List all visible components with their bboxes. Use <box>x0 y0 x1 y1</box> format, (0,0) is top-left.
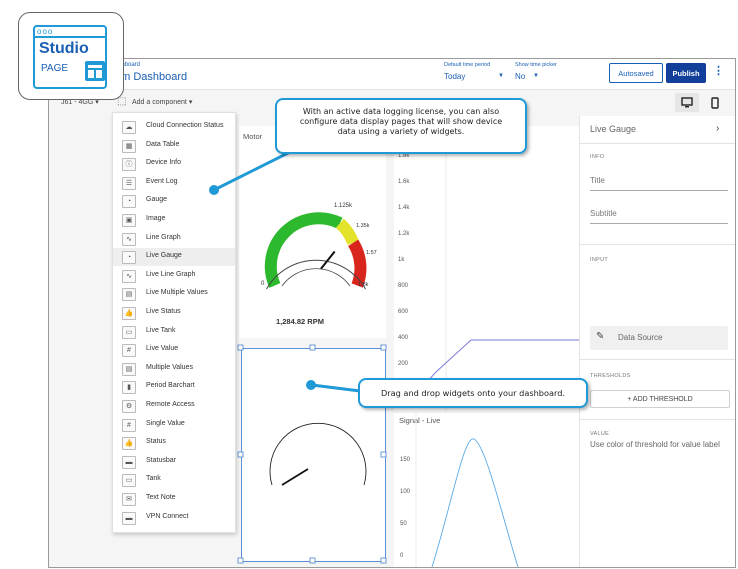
logo-sub: PAGE <box>41 63 69 74</box>
callout-dot-bottom <box>306 380 316 390</box>
studio-window-icon: ooo Studio PAGE <box>33 25 107 89</box>
info-callout-text: With an active data logging license, you… <box>299 107 503 136</box>
callout-dot-top <box>209 185 219 195</box>
window-bar <box>35 36 105 38</box>
drag-drop-callout: Drag and drop widgets onto your dashboar… <box>358 378 588 408</box>
studio-page-logo: ooo Studio PAGE <box>18 12 124 100</box>
callout-connector-bottom <box>311 383 361 393</box>
page-layout-icon <box>85 61 105 81</box>
drag-drop-callout-text: Drag and drop widgets onto your dashboar… <box>380 388 566 398</box>
window-dots-icon: ooo <box>37 27 54 36</box>
callout-connector-top <box>213 146 299 192</box>
logo-word: Studio <box>39 40 89 57</box>
info-callout: With an active data logging license, you… <box>275 98 527 154</box>
